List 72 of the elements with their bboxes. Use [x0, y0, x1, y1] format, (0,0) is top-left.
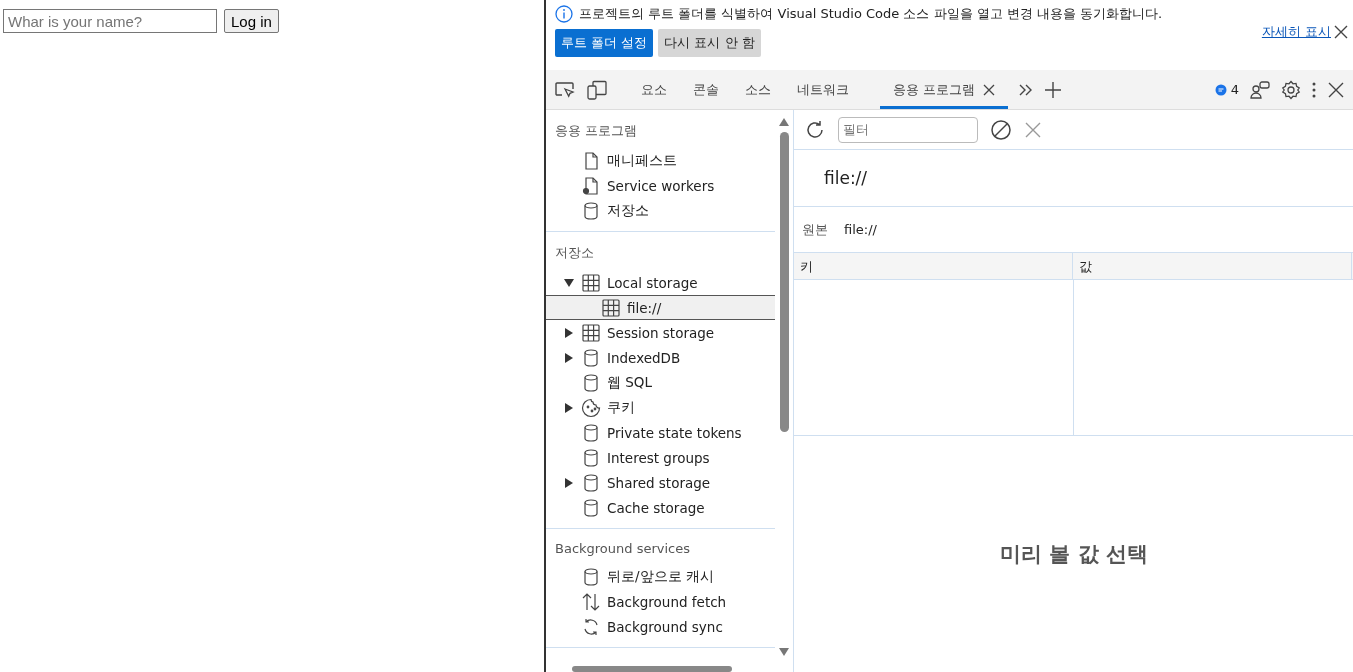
close-icon[interactable] — [1327, 80, 1345, 99]
inspect-element-icon[interactable] — [554, 79, 576, 100]
collapsed-arrow-icon[interactable] — [565, 402, 573, 413]
delete-icon[interactable] — [1024, 120, 1042, 139]
settings-icon[interactable] — [1281, 79, 1301, 100]
sidebar-item[interactable]: Background fetch — [546, 589, 776, 614]
sidebar-item[interactable]: 저장소 — [546, 198, 776, 223]
learn-more-link[interactable]: 자세히 표시 — [1261, 23, 1331, 41]
sidebar-item[interactable]: Private state tokens — [546, 420, 776, 445]
collapsed-arrow-icon[interactable] — [565, 327, 573, 338]
people-icon[interactable] — [1249, 79, 1271, 100]
column-header[interactable]: 키 — [794, 253, 1073, 279]
up-down-arrows-icon — [581, 591, 601, 612]
sidebar-item[interactable]: 웹 SQL — [546, 370, 776, 395]
collapsed-arrow-icon[interactable] — [565, 352, 573, 363]
sidebar-section-title: 응용 프로그램 — [554, 122, 639, 140]
cylinder-icon — [581, 347, 601, 368]
device-emulation-icon[interactable] — [586, 79, 608, 100]
refresh-icon[interactable] — [804, 118, 826, 141]
issues-counter[interactable]: 4 — [1214, 82, 1239, 97]
grid-icon — [581, 272, 601, 293]
info-icon — [555, 5, 573, 23]
sidebar-item[interactable]: Cache storage — [546, 495, 776, 520]
dont-show-again-button[interactable]: 다시 표시 안 함 — [658, 29, 761, 57]
file-gear-icon — [581, 175, 601, 196]
close-tab-icon[interactable] — [983, 83, 996, 96]
scroll-up-arrow-icon[interactable] — [779, 118, 790, 126]
devtools-tab[interactable]: 콘솔 — [680, 70, 732, 109]
cylinder-icon — [581, 200, 601, 221]
close-icon[interactable] — [1333, 24, 1349, 40]
origin-title: file:// — [824, 168, 868, 188]
sidebar-item[interactable]: 뒤로/앞으로 캐시 — [546, 564, 776, 589]
cylinder-icon — [581, 447, 601, 468]
origin-value: file:// — [844, 222, 877, 237]
devtools-tab[interactable]: 소스 — [732, 70, 784, 109]
grid-icon — [581, 322, 601, 343]
grid-icon — [601, 297, 621, 318]
more-options-icon[interactable] — [1311, 80, 1317, 99]
sidebar-item[interactable]: Session storage — [546, 320, 776, 345]
sidebar-section-title: Background services — [554, 540, 692, 558]
filter-input-field[interactable]: 필터 — [838, 116, 978, 143]
sidebar-item[interactable]: Service workers — [546, 173, 776, 198]
column-header[interactable]: 값 — [1073, 253, 1352, 279]
sidebar-item[interactable]: IndexedDB — [546, 345, 776, 370]
scroll-down-arrow-icon[interactable] — [779, 648, 790, 656]
origin-label: 원본 — [802, 220, 828, 239]
plus-icon[interactable] — [1044, 80, 1063, 99]
set-root-folder-button[interactable]: 루트 폴더 설정 — [555, 29, 654, 57]
cookie-icon — [581, 397, 601, 418]
devtools-tab[interactable]: 응용 프로그램 — [880, 70, 1009, 109]
login-button[interactable]: Log in — [224, 9, 279, 33]
sidebar-item[interactable]: Background sync — [546, 614, 776, 639]
collapsed-arrow-icon[interactable] — [565, 477, 573, 488]
cylinder-icon — [581, 422, 601, 443]
sidebar-item[interactable]: Local storage — [546, 270, 776, 295]
cylinder-icon — [581, 472, 601, 493]
devtools-tab[interactable]: 네트워크 — [784, 70, 862, 109]
sidebar-item[interactable]: 매니페스트 — [546, 148, 776, 173]
cylinder-icon — [581, 566, 601, 587]
sidebar-section-title: 저장소 — [554, 244, 595, 262]
clear-all-icon[interactable] — [990, 118, 1012, 141]
sidebar-item[interactable]: Shared storage — [546, 470, 776, 495]
sidebar-item[interactable]: file:// — [546, 295, 776, 320]
infobar-message: 프로젝트의 루트 폴더를 식별하여 Visual Studio Code 소스 파일을 열고 변경 내용을 동기화합니다. — [579, 5, 1163, 23]
name-input-field[interactable]: Whar is your name? — [3, 9, 217, 33]
cylinder-icon — [581, 372, 601, 393]
expanded-arrow-icon[interactable] — [564, 278, 574, 287]
cylinder-icon — [581, 497, 601, 518]
empty-preview-message: 미리 볼 값 선택 — [1000, 541, 1148, 568]
sidebar-item[interactable]: Interest groups — [546, 445, 776, 470]
devtools-tab[interactable]: 요소 — [628, 70, 680, 109]
sidebar-item[interactable]: 쿠키 — [546, 395, 776, 420]
